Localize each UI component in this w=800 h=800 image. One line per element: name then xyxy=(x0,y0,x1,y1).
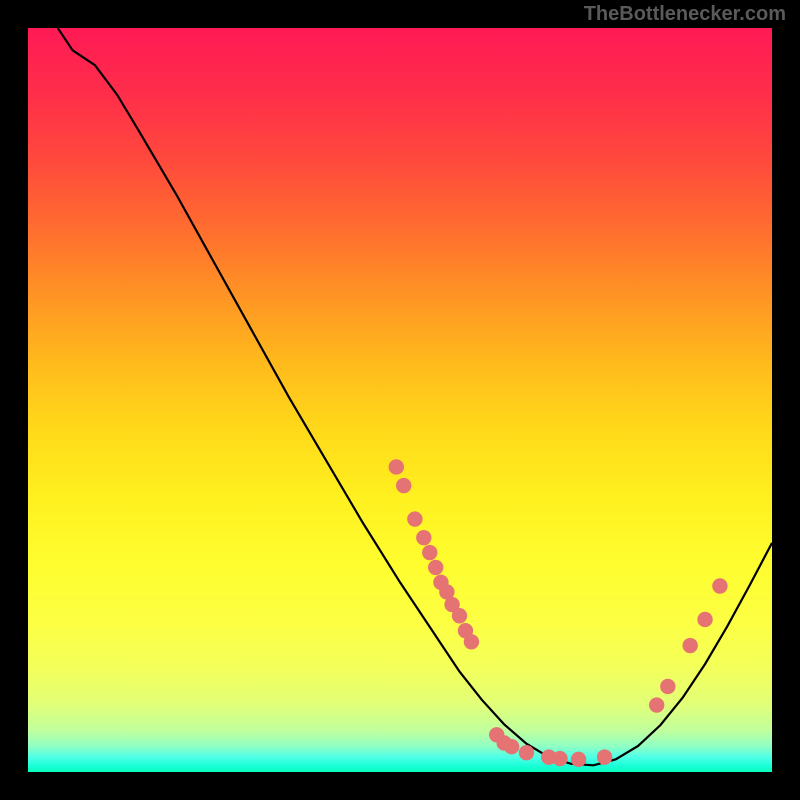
data-point xyxy=(683,638,697,652)
plot-area xyxy=(28,28,772,772)
data-point xyxy=(713,579,727,593)
data-point xyxy=(408,512,422,526)
data-point xyxy=(429,560,443,574)
data-point xyxy=(649,698,663,712)
data-point xyxy=(553,751,567,765)
data-point xyxy=(389,460,403,474)
data-point xyxy=(571,752,585,766)
data-point xyxy=(504,740,518,754)
data-point xyxy=(464,635,478,649)
data-point xyxy=(597,750,611,764)
data-point xyxy=(452,609,466,623)
data-point xyxy=(661,679,675,693)
chart-container: TheBottlenecker.com xyxy=(0,0,800,800)
data-point xyxy=(417,530,431,544)
gradient-background xyxy=(28,28,772,772)
chart-svg xyxy=(28,28,772,772)
watermark-text: TheBottlenecker.com xyxy=(584,3,786,26)
data-point xyxy=(397,478,411,492)
data-point xyxy=(423,545,437,559)
data-point xyxy=(519,745,533,759)
data-point xyxy=(698,612,712,626)
